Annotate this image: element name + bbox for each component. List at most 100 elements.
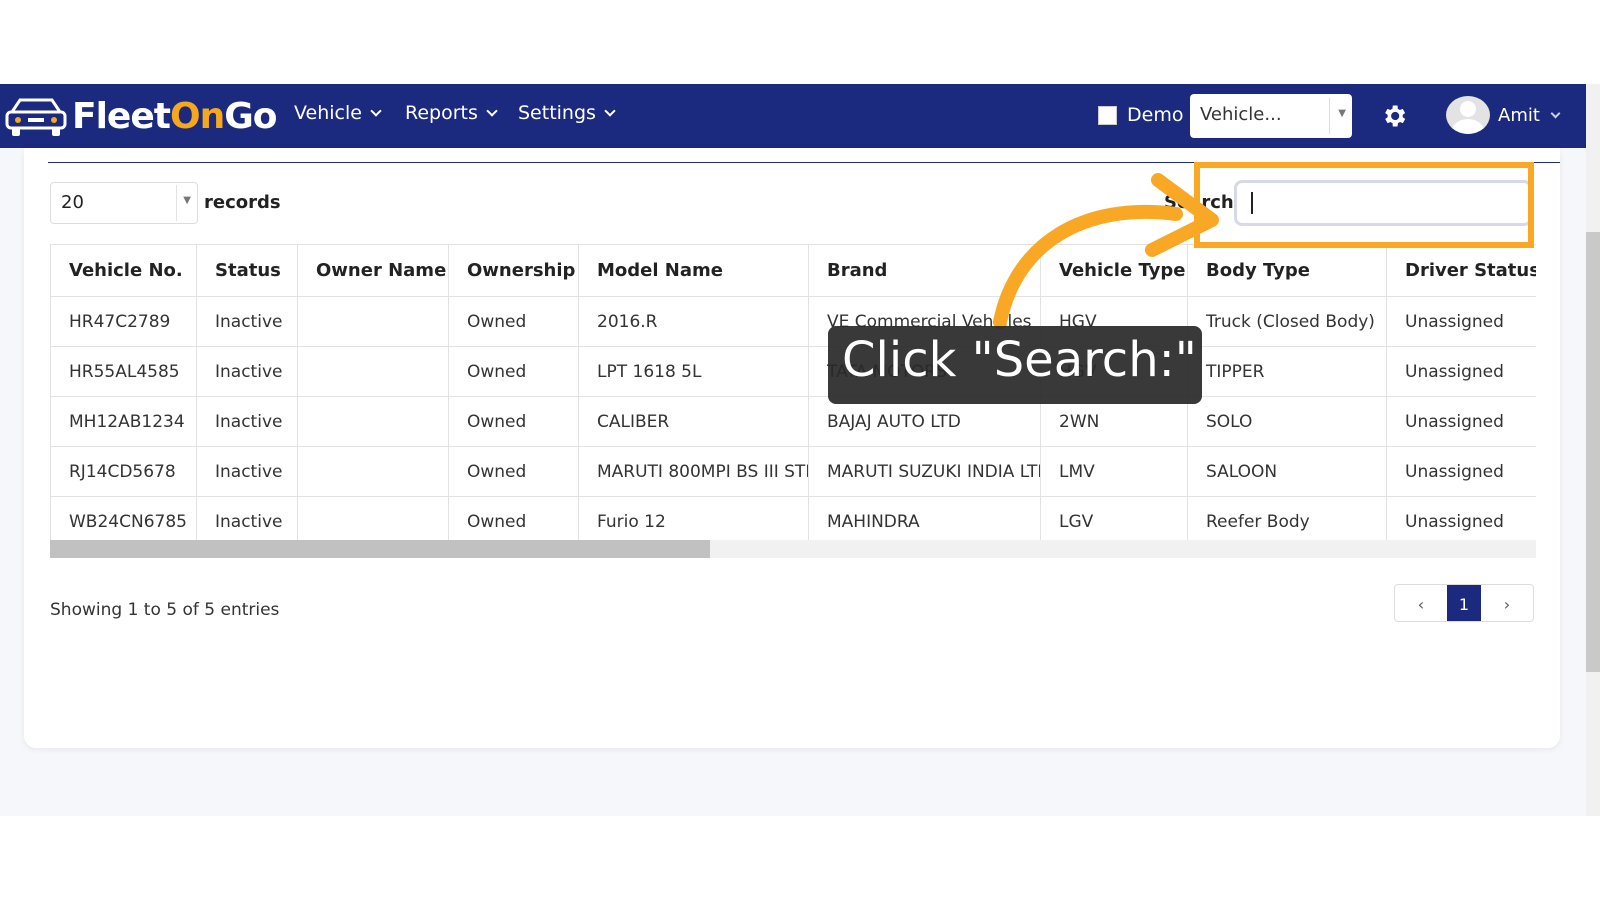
table-row[interactable]: WB24CN6785 Inactive Owned Furio 12 MAHINDRA L… [50, 496, 1536, 547]
table-cell: RJ14CD5678 [50, 446, 197, 497]
chevron-down-icon [1550, 108, 1561, 118]
vehicle-select[interactable]: Vehicle... ▼ [1190, 94, 1352, 138]
table-cell: MARUTI 800MPI BS III STD [578, 446, 809, 497]
gear-icon[interactable] [1380, 102, 1408, 130]
demo-toggle[interactable]: Demo [1098, 104, 1183, 126]
table-cell: SALOON [1187, 446, 1387, 497]
vehicle-select-value: Vehicle... [1200, 104, 1282, 125]
page-length-value: 20 [61, 192, 84, 213]
column-header[interactable]: Model Name [578, 244, 809, 297]
horizontal-scroll-thumb[interactable] [50, 540, 710, 558]
table-cell: Inactive [196, 296, 298, 347]
avatar [1446, 96, 1490, 134]
table-cell: Inactive [196, 446, 298, 497]
table-row[interactable]: HR55AL4585InactiveOwnedLPT 1618 5LTATA M… [50, 346, 1536, 397]
table-header-row: Vehicle No. Status Owner Name Ownership Mode… [50, 244, 1536, 297]
table-cell: WB24CN6785 [50, 496, 197, 547]
pagination: ‹ 1 › [1394, 584, 1534, 622]
page-length-select[interactable]: 20 ▼ [50, 182, 198, 224]
column-header[interactable]: Vehicle No. [50, 244, 197, 297]
table-cell: Inactive [196, 396, 298, 447]
dropdown-arrow-icon: ▼ [183, 195, 191, 206]
table-cell: Unassigned [1386, 346, 1536, 397]
table-cell [297, 446, 449, 497]
select-divider [1329, 98, 1330, 134]
top-navbar: FleetOnGo Vehicle Reports Settings Demo … [0, 84, 1586, 148]
vehicle-table: Vehicle No. Status Owner Name Ownership Mode… [50, 244, 1536, 547]
column-header[interactable]: Owner Name [297, 244, 449, 297]
logo[interactable]: FleetOnGo [4, 92, 278, 140]
table-cell: Unassigned [1386, 396, 1536, 447]
table-cell: Unassigned [1386, 446, 1536, 497]
pointer-arrow-icon [993, 173, 1219, 329]
user-menu[interactable]: Amit [1446, 96, 1561, 134]
table-cell: Furio 12 [578, 496, 809, 547]
car-logo-icon [5, 98, 67, 136]
prev-page-button[interactable]: ‹ [1395, 585, 1447, 621]
chevron-down-icon [370, 105, 382, 117]
table-cell: CALIBER [578, 396, 809, 447]
table-cell: 2WN [1040, 396, 1188, 447]
table-cell [297, 496, 449, 547]
nav-vehicle-label: Vehicle [294, 102, 362, 124]
table-cell: Inactive [196, 496, 298, 547]
instruction-tooltip: Click "Search:" [828, 326, 1202, 404]
column-header[interactable]: Ownership [448, 244, 579, 297]
table-row[interactable]: MH12AB1234 Inactive Owned CALIBER BAJAJ AUTO… [50, 396, 1536, 447]
table-cell: Owned [448, 396, 579, 447]
chevron-down-icon [604, 105, 616, 117]
nav-reports-label: Reports [405, 102, 478, 124]
table-cell: SOLO [1187, 396, 1387, 447]
brand-go: Go [224, 95, 277, 137]
next-page-button[interactable]: › [1481, 585, 1533, 621]
table-row[interactable]: HR47C2789 Inactive Owned 2016.R VE Commercia… [50, 296, 1536, 347]
table-cell: Owned [448, 496, 579, 547]
table-cell [297, 396, 449, 447]
page-1-button[interactable]: 1 [1447, 585, 1481, 621]
table-cell: LGV [1040, 496, 1188, 547]
vertical-scrollbar[interactable] [1586, 84, 1600, 816]
vertical-scroll-thumb[interactable] [1586, 232, 1600, 672]
select-divider [176, 185, 177, 221]
nav-settings[interactable]: Settings [518, 102, 616, 124]
table-body: HR47C2789 Inactive Owned 2016.R VE Commercia… [50, 296, 1536, 547]
table-cell: MAHINDRA [808, 496, 1041, 547]
demo-label: Demo [1127, 104, 1184, 126]
app-screen: FleetOnGo Vehicle Reports Settings Demo … [0, 84, 1600, 816]
table-cell: MH12AB1234 [50, 396, 197, 447]
user-name: Amit [1498, 104, 1540, 126]
horizontal-scrollbar[interactable] [50, 540, 1536, 558]
highlight-box [1194, 162, 1534, 248]
brand-fleet: Fleet [72, 95, 171, 137]
brand-on: On [169, 95, 225, 137]
table-cell: Reefer Body [1187, 496, 1387, 547]
nav-reports[interactable]: Reports [405, 102, 498, 124]
dropdown-arrow-icon: ▼ [1338, 108, 1346, 119]
table-cell [297, 346, 449, 397]
column-header[interactable]: Status [196, 244, 298, 297]
table-cell: LPT 1618 5L [578, 346, 809, 397]
table-cell: MARUTI SUZUKI INDIA LTD [808, 446, 1041, 497]
table-cell: Owned [448, 446, 579, 497]
table-info: Showing 1 to 5 of 5 entries [50, 600, 280, 620]
column-header[interactable]: Driver Status [1386, 244, 1536, 297]
chevron-down-icon [486, 105, 498, 117]
table-cell: Unassigned [1386, 296, 1536, 347]
table-cell: Owned [448, 346, 579, 397]
table-cell: LMV [1040, 446, 1188, 497]
nav-vehicle[interactable]: Vehicle [294, 102, 382, 124]
vehicle-table-wrapper: Vehicle No. Status Owner Name Ownership Mode… [50, 244, 1536, 558]
table-cell: HR47C2789 [50, 296, 197, 347]
table-cell: 2016.R [578, 296, 809, 347]
table-row[interactable]: RJ14CD5678 Inactive Owned MARUTI 800MPI BS … [50, 446, 1536, 497]
table-cell [297, 296, 449, 347]
table-cell: Unassigned [1386, 496, 1536, 547]
table-cell: BAJAJ AUTO LTD [808, 396, 1041, 447]
table-cell: Owned [448, 296, 579, 347]
records-label: records [204, 192, 281, 213]
brand-name: FleetOnGo [72, 95, 278, 137]
table-cell: HR55AL4585 [50, 346, 197, 397]
demo-checkbox[interactable] [1098, 105, 1117, 125]
nav-settings-label: Settings [518, 102, 596, 124]
table-cell: Inactive [196, 346, 298, 397]
